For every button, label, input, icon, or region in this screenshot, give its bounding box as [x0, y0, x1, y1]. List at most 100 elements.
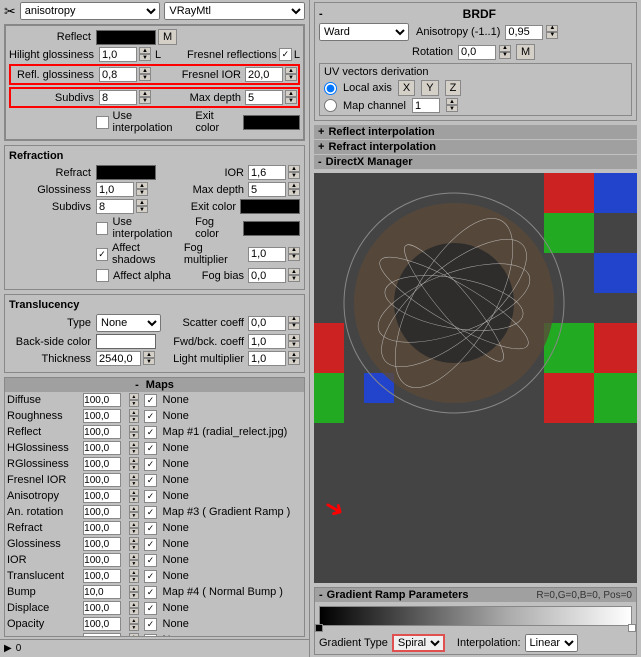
maps-minus[interactable]: - [135, 379, 139, 391]
map-down-4[interactable]: ▼ [129, 464, 139, 471]
map-down-2[interactable]: ▼ [129, 432, 139, 439]
map-check-2[interactable]: ✓ [144, 426, 157, 439]
use-interp-check[interactable] [96, 116, 109, 129]
x-btn[interactable]: X [398, 80, 415, 96]
map-down-6[interactable]: ▼ [129, 496, 139, 503]
map-down-8[interactable]: ▼ [129, 528, 139, 535]
refract-subdivs-value[interactable] [96, 199, 134, 214]
map-down-12[interactable]: ▼ [129, 592, 139, 599]
map-check-11[interactable]: ✓ [144, 570, 157, 583]
map-check-7[interactable]: ✓ [144, 506, 157, 519]
map-check-0[interactable]: ✓ [144, 394, 157, 407]
map-up-12[interactable]: ▲ [129, 585, 139, 592]
map-down-3[interactable]: ▼ [129, 448, 139, 455]
map-value-1[interactable] [83, 409, 121, 423]
gradient-minus[interactable]: - [319, 589, 323, 601]
map-name-13[interactable]: None [161, 600, 304, 616]
map-name-14[interactable]: None [161, 616, 304, 632]
max-depth-spinner[interactable]: ▲ ▼ [285, 90, 297, 105]
gradient-bar[interactable] [319, 606, 632, 626]
local-axis-radio[interactable] [324, 82, 337, 95]
map-name-8[interactable]: None [161, 520, 304, 536]
refract-interp-bar[interactable]: + Refract interpolation [314, 140, 637, 154]
gradient-flag-left[interactable] [315, 624, 323, 632]
fresnel-ior-value[interactable] [245, 67, 283, 82]
map-up-13[interactable]: ▲ [129, 601, 139, 608]
refl-gloss-spinner[interactable]: ▲ ▼ [139, 67, 151, 82]
map-check-15[interactable]: ✓ [144, 634, 157, 638]
map-name-1[interactable]: None [161, 408, 304, 424]
hilight-up[interactable]: ▲ [139, 47, 151, 54]
subdivs-spinner[interactable]: ▲ ▼ [139, 90, 151, 105]
map-name-7[interactable]: Map #3 ( Gradient Ramp ) [161, 504, 304, 520]
backside-color[interactable] [96, 334, 156, 349]
fwd-bck-value[interactable] [248, 334, 286, 349]
map-value-4[interactable] [83, 457, 121, 471]
map-down-1[interactable]: ▼ [129, 416, 139, 423]
refract-exit-color[interactable] [240, 199, 300, 214]
exit-color-box[interactable] [243, 115, 300, 130]
map-value-15[interactable] [83, 633, 121, 637]
z-btn[interactable]: Z [445, 80, 462, 96]
map-value-2[interactable] [83, 425, 121, 439]
y-btn[interactable]: Y [421, 80, 438, 96]
map-name-10[interactable]: None [161, 552, 304, 568]
map-up-1[interactable]: ▲ [129, 409, 139, 416]
map-up-6[interactable]: ▲ [129, 489, 139, 496]
map-value-10[interactable] [83, 553, 121, 567]
map-check-8[interactable]: ✓ [144, 522, 157, 535]
map-up-2[interactable]: ▲ [129, 425, 139, 432]
map-up-9[interactable]: ▲ [129, 537, 139, 544]
map-up-7[interactable]: ▲ [129, 505, 139, 512]
fog-mult-value[interactable] [248, 247, 286, 262]
map-check-13[interactable]: ✓ [144, 602, 157, 615]
anisotropy-dropdown[interactable]: anisotropy [20, 2, 161, 20]
map-check-10[interactable]: ✓ [144, 554, 157, 567]
fresnel-check[interactable] [279, 48, 292, 61]
map-down-7[interactable]: ▼ [129, 512, 139, 519]
map-name-3[interactable]: None [161, 440, 304, 456]
map-up-3[interactable]: ▲ [129, 441, 139, 448]
fog-color-box[interactable] [243, 221, 300, 236]
fresnel-l[interactable]: L [294, 49, 300, 61]
rotation-m-button[interactable]: M [516, 44, 535, 60]
map-down-5[interactable]: ▼ [129, 480, 139, 487]
map-up-5[interactable]: ▲ [129, 473, 139, 480]
directx-bar[interactable]: - DirectX Manager [314, 155, 637, 169]
map-name-11[interactable]: None [161, 568, 304, 584]
material-dropdown[interactable]: VRayMtl [164, 2, 305, 20]
scatter-value[interactable] [248, 316, 286, 331]
map-up-8[interactable]: ▲ [129, 521, 139, 528]
map-down-9[interactable]: ▼ [129, 544, 139, 551]
max-depth-value[interactable] [245, 90, 283, 105]
map-check-4[interactable]: ✓ [144, 458, 157, 471]
brdf-minus[interactable]: - [319, 8, 323, 20]
map-name-6[interactable]: None [161, 488, 304, 504]
refract-gloss-value[interactable] [96, 182, 134, 197]
reflect-interp-bar[interactable]: + Reflect interpolation [314, 125, 637, 139]
brdf-type-select[interactable]: Ward [319, 23, 409, 41]
map-value-8[interactable] [83, 521, 121, 535]
reflect-m-button[interactable]: M [158, 29, 177, 45]
anisotropy-value[interactable] [505, 25, 543, 40]
map-down-14[interactable]: ▼ [129, 624, 139, 631]
map-value-14[interactable] [83, 617, 121, 631]
refract-max-depth-value[interactable] [248, 182, 286, 197]
map-channel-value[interactable] [412, 98, 440, 113]
map-check-14[interactable]: ✓ [144, 618, 157, 631]
map-value-5[interactable] [83, 473, 121, 487]
interpolation-select[interactable]: Linear [525, 634, 578, 652]
map-check-9[interactable]: ✓ [144, 538, 157, 551]
map-check-1[interactable]: ✓ [144, 410, 157, 423]
rotation-value[interactable] [458, 45, 496, 60]
subdivs-value[interactable] [99, 90, 137, 105]
map-down-13[interactable]: ▼ [129, 608, 139, 615]
map-down-11[interactable]: ▼ [129, 576, 139, 583]
map-name-15[interactable]: None [161, 632, 304, 637]
ior-value[interactable] [248, 165, 286, 180]
refract-color[interactable] [96, 165, 156, 180]
affect-shadows-check[interactable] [96, 248, 108, 261]
map-value-11[interactable] [83, 569, 121, 583]
l-btn[interactable]: L [155, 49, 161, 61]
map-name-2[interactable]: Map #1 (radial_relect.jpg) [161, 424, 304, 440]
